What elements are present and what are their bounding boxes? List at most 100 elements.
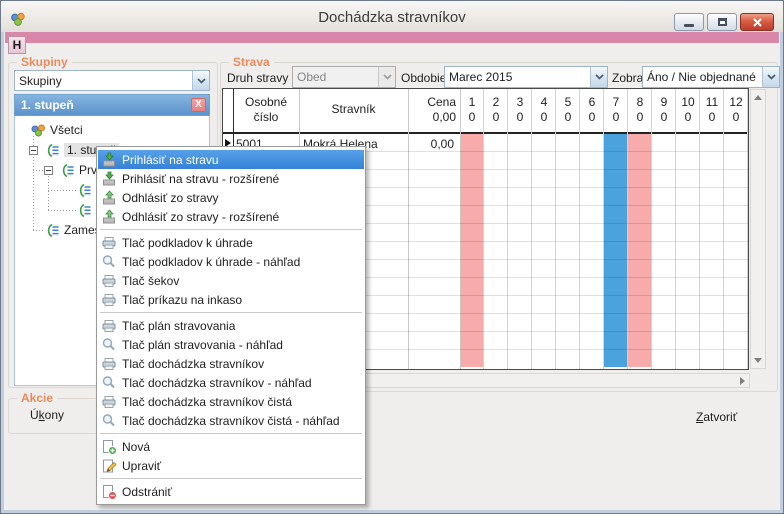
menu-item-prihlasit-na-stravu[interactable]: Prihlásiť na stravu bbox=[98, 150, 364, 169]
window-title: Dochádzka stravníkov bbox=[1, 9, 783, 26]
scroll-right-icon[interactable] bbox=[740, 377, 745, 385]
menu-item-tlac-dochadzka-cista-nahlad[interactable]: Tlač dochádzka stravníkov čistá - náhľad bbox=[98, 411, 364, 430]
akcie-groupbox-label: Akcie bbox=[17, 391, 57, 405]
menu-item-tlac-podkladov-nahlad[interactable]: Tlač podkladov k úhrade - náhľad bbox=[98, 252, 364, 271]
menu-item-label: Tlač šekov bbox=[122, 274, 179, 288]
maximize-icon bbox=[718, 18, 727, 26]
menu-item-label: Tlač dochádzka stravníkov bbox=[122, 357, 264, 371]
druh-stravy-combobox[interactable]: Obed bbox=[292, 66, 396, 88]
menu-item-tlac-plan-nahlad[interactable]: Tlač plán stravovania - náhľad bbox=[98, 335, 364, 354]
tree-item-child2[interactable] bbox=[78, 200, 96, 220]
printer-icon bbox=[101, 273, 117, 289]
delete-icon bbox=[101, 484, 117, 500]
tree-collapse-box[interactable] bbox=[29, 146, 38, 155]
preview-icon bbox=[101, 375, 117, 391]
menu-item-label: Nová bbox=[122, 440, 150, 454]
tree-connector bbox=[48, 190, 76, 191]
edit-icon bbox=[101, 458, 117, 474]
vertical-scrollbar[interactable] bbox=[750, 89, 766, 369]
obdobie-combobox[interactable]: Marec 2015 bbox=[444, 66, 608, 88]
new-icon bbox=[101, 439, 117, 455]
tree-connector bbox=[48, 210, 76, 211]
groups-combobox-value: Skupiny bbox=[15, 74, 192, 88]
groups-combobox-arrow[interactable] bbox=[192, 71, 209, 90]
menu-item-label: Tlač dochádzka stravníkov - náhľad bbox=[122, 376, 312, 390]
close-icon bbox=[753, 18, 762, 27]
menu-item-tlac-plan-stravovania[interactable]: Tlač plán stravovania bbox=[98, 316, 364, 335]
app-window: Dochádzka stravníkov H Skupiny Skupiny 1… bbox=[0, 0, 784, 514]
menu-item-tlac-sekov[interactable]: Tlač šekov bbox=[98, 271, 364, 290]
menu-item-label: Prihlásiť na stravu bbox=[122, 153, 219, 167]
tree-collapse-box[interactable] bbox=[44, 166, 53, 175]
chevron-down-icon bbox=[197, 78, 206, 84]
zobrazit-arrow[interactable] bbox=[762, 67, 779, 87]
menu-item-label: Tlač plán stravovania - náhľad bbox=[122, 338, 283, 352]
printer-icon bbox=[101, 292, 117, 308]
scroll-down-icon[interactable] bbox=[754, 358, 762, 363]
enroll-icon bbox=[101, 171, 117, 187]
tree-item-label: Všetci bbox=[50, 123, 83, 137]
toolbar-strip bbox=[5, 32, 779, 43]
menu-item-tlac-dochadzka[interactable]: Tlač dochádzka stravníkov bbox=[98, 354, 364, 373]
obdobie-label: Obdobie bbox=[401, 71, 446, 85]
minimize-button[interactable] bbox=[674, 13, 704, 31]
chevron-down-icon bbox=[383, 74, 392, 80]
printer-icon bbox=[101, 235, 117, 251]
scroll-up-icon[interactable] bbox=[754, 95, 762, 100]
chevron-down-icon bbox=[595, 74, 604, 80]
menu-item-upravit[interactable]: Upraviť bbox=[98, 456, 364, 475]
menu-item-odstranit[interactable]: Odstrániť bbox=[98, 482, 364, 501]
menu-item-tlac-podkladov[interactable]: Tlač podkladov k úhrade bbox=[98, 233, 364, 252]
menu-item-label: Tlač podkladov k úhrade - náhľad bbox=[122, 255, 300, 269]
zatvorit-button[interactable]: Zatvoriť bbox=[696, 410, 737, 424]
col-header-osobne-cislo[interactable]: Osobné číslo bbox=[233, 89, 299, 125]
title-bar[interactable]: Dochádzka stravníkov bbox=[1, 1, 783, 32]
printer-icon bbox=[101, 356, 117, 372]
ukony-button[interactable]: Úkony bbox=[30, 408, 64, 422]
printer-icon bbox=[101, 394, 117, 410]
group-icon bbox=[46, 224, 60, 237]
tree-connector bbox=[33, 170, 44, 171]
menu-item-tlac-dochadzka-cista[interactable]: Tlač dochádzka stravníkov čistá bbox=[98, 392, 364, 411]
minimize-icon bbox=[684, 24, 694, 27]
groups-groupbox-label: Skupiny bbox=[17, 55, 72, 69]
tree-connector bbox=[33, 230, 45, 231]
cell-cena[interactable]: 0,00 bbox=[408, 136, 454, 154]
groups-combobox[interactable]: Skupiny bbox=[14, 70, 210, 91]
menu-item-tlac-prikazu-na-inkaso[interactable]: Tlač príkazu na inkaso bbox=[98, 290, 364, 309]
preview-icon bbox=[101, 254, 117, 270]
menu-item-tlac-dochadzka-nahlad[interactable]: Tlač dochádzka stravníkov - náhľad bbox=[98, 373, 364, 392]
context-menu: Prihlásiť na stravu Prihlásiť na stravu … bbox=[96, 146, 366, 505]
menu-item-odhlasit-rozsirene[interactable]: Odhlásiť zo stravy - rozšírené bbox=[98, 207, 364, 226]
close-button[interactable] bbox=[740, 13, 774, 31]
enroll-icon bbox=[101, 152, 117, 168]
menu-item-nova[interactable]: Nová bbox=[98, 437, 364, 456]
group-panel-header[interactable]: 1. stupeň X bbox=[14, 94, 210, 116]
menu-item-label: Odhlásiť zo stravy bbox=[122, 191, 219, 205]
zobrazit-combobox[interactable]: Áno / Nie objednané bbox=[642, 66, 780, 88]
menu-item-label: Tlač dochádzka stravníkov čistá bbox=[122, 395, 292, 409]
h-button[interactable]: H bbox=[8, 36, 26, 54]
col-header-stravnik[interactable]: Stravník bbox=[299, 89, 408, 117]
menu-separator bbox=[100, 229, 362, 230]
menu-item-label: Odhlásiť zo stravy - rozšírené bbox=[122, 210, 279, 224]
menu-item-odhlasit-zo-stravy[interactable]: Odhlásiť zo stravy bbox=[98, 188, 364, 207]
obdobie-value: Marec 2015 bbox=[445, 70, 590, 84]
druh-stravy-arrow[interactable] bbox=[378, 67, 395, 87]
obdobie-arrow[interactable] bbox=[590, 67, 607, 87]
maximize-button[interactable] bbox=[707, 13, 737, 31]
col-header-cena[interactable]: Cena 0,00 bbox=[408, 89, 456, 125]
menu-item-prihlasit-rozsirene[interactable]: Prihlásiť na stravu - rozšírené bbox=[98, 169, 364, 188]
menu-item-label: Tlač plán stravovania bbox=[122, 319, 235, 333]
strava-groupbox-label: Strava bbox=[229, 55, 274, 69]
preview-icon bbox=[101, 413, 117, 429]
tree-item-child1[interactable] bbox=[78, 180, 96, 200]
group-icon bbox=[78, 204, 92, 217]
menu-item-label: Upraviť bbox=[122, 459, 161, 473]
menu-item-label: Tlač podkladov k úhrade bbox=[122, 236, 253, 250]
tree-item-vsetci[interactable]: Všetci bbox=[31, 120, 83, 140]
unenroll-icon bbox=[101, 209, 117, 225]
window-controls bbox=[674, 13, 774, 31]
group-panel-close-button[interactable]: X bbox=[191, 98, 206, 112]
menu-separator bbox=[100, 312, 362, 313]
